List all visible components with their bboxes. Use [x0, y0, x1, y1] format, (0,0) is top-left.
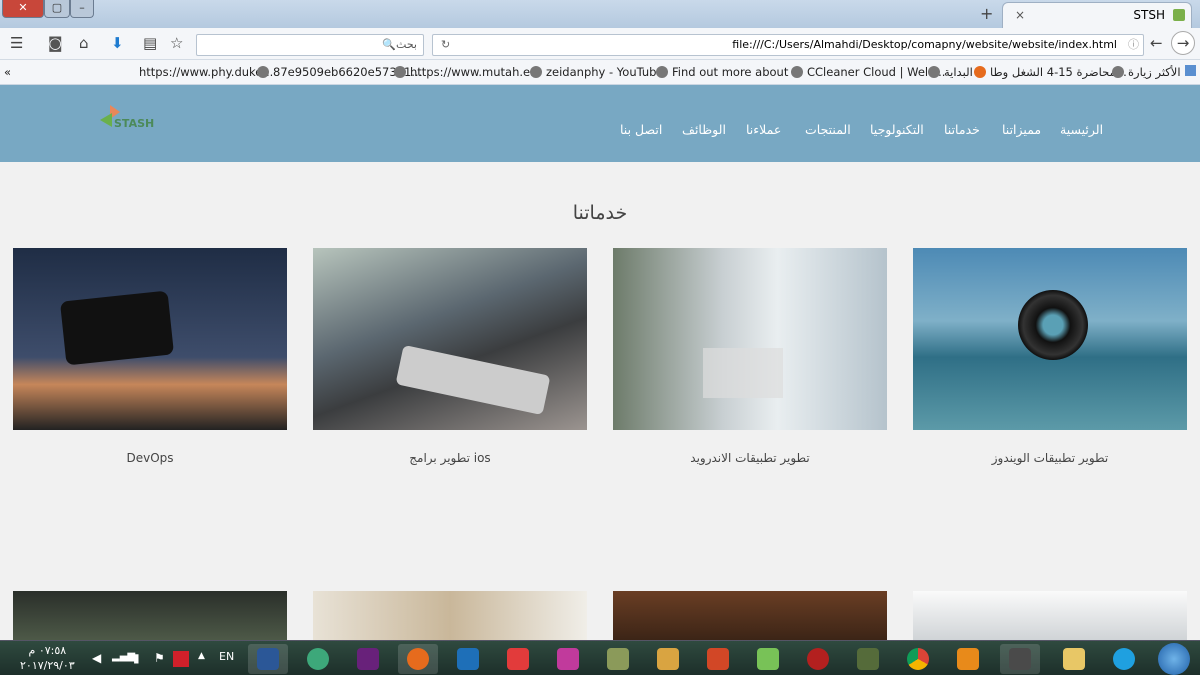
app-taskbar-icon[interactable]: [548, 644, 588, 674]
nav-clients[interactable]: عملاءنا: [746, 122, 781, 137]
explorer-taskbar-icon[interactable]: [1054, 644, 1094, 674]
search-icon: 🔍: [382, 38, 397, 51]
tab-title: STSH: [1133, 8, 1165, 22]
bookmark-item[interactable]: zeidanphy - YouTube: [530, 65, 664, 79]
paint-taskbar-icon[interactable]: [648, 644, 688, 674]
android-service-image[interactable]: [613, 248, 887, 430]
show-hidden-icons[interactable]: ▲: [198, 651, 205, 661]
restore-window-button[interactable]: ▢: [44, 0, 70, 18]
nav-home[interactable]: الرئيسية: [1060, 122, 1103, 137]
bookmark-item[interactable]: CCleaner Cloud | Welc...: [791, 65, 945, 79]
action-center-flag-icon[interactable]: ⚑: [154, 651, 165, 665]
visual-studio-taskbar-icon[interactable]: [348, 644, 388, 674]
bookmark-item[interactable]: https://www.mutah.e...: [394, 65, 541, 79]
app-taskbar-icon[interactable]: [598, 644, 638, 674]
atom-taskbar-icon[interactable]: [298, 644, 338, 674]
avira-icon[interactable]: [173, 651, 189, 667]
bookmarks-overflow-icon[interactable]: «: [4, 65, 11, 79]
bookmark-item[interactable]: البداية: [928, 65, 973, 79]
forward-icon[interactable]: →: [1171, 31, 1195, 55]
site-header: STASH الرئيسية مميزاتنا خدماتنا التكنولو…: [0, 85, 1200, 162]
network-icon[interactable]: ▂▄▆: [112, 651, 135, 662]
globe-icon: [1112, 66, 1124, 78]
time-text: ٠٧:٥٨ م: [28, 644, 67, 657]
bookmark-item[interactable]: Find out more about ...: [656, 65, 803, 79]
globe-icon: [530, 66, 542, 78]
service-label: تطوير برامج ios: [409, 451, 491, 465]
nav-jobs[interactable]: الوظائف: [682, 122, 726, 137]
globe-icon: [791, 66, 803, 78]
reading-list-icon[interactable]: ▤: [143, 34, 157, 52]
nav-features[interactable]: مميزاتنا: [1002, 122, 1041, 137]
taskbar: ٠٧:٥٨ م ٢٠١٧/٢٩/٠٣ ◀ ▂▄▆ ▮ ⚑ ▲ EN: [0, 640, 1200, 675]
search-placeholder: بحث: [396, 38, 417, 51]
home-icon[interactable]: ⌂: [79, 34, 89, 52]
bookmark-item[interactable]: https://www.phy.duke...: [139, 65, 273, 79]
menu-icon[interactable]: ☰: [10, 34, 23, 52]
section-title: خدماتنا: [572, 202, 628, 224]
bookmarks-bar: « https://www.phy.duke... 87e9509eb6620e…: [0, 60, 1200, 85]
powerpoint-taskbar-icon[interactable]: [698, 644, 738, 674]
download-icon[interactable]: ⬇: [111, 34, 124, 52]
clock[interactable]: ٠٧:٥٨ م ٢٠١٧/٢٩/٠٣: [20, 643, 75, 673]
nav-technology[interactable]: التكنولوجيا: [870, 122, 924, 137]
back-icon[interactable]: ←: [1150, 34, 1163, 52]
globe-icon: [656, 66, 668, 78]
tab-stsh[interactable]: × STSH: [1002, 2, 1192, 28]
word-taskbar-icon[interactable]: [248, 644, 288, 674]
globe-icon: [257, 66, 269, 78]
info-icon[interactable]: ⓘ: [1128, 35, 1139, 55]
windows-service-image[interactable]: [913, 248, 1187, 430]
app-taskbar-icon[interactable]: [498, 644, 538, 674]
url-text: file:///C:/Users/Almahdi/Desktop/comapny…: [732, 38, 1117, 51]
nav-services[interactable]: خدماتنا: [944, 122, 980, 137]
devops-service-image[interactable]: [13, 248, 287, 430]
nav-contact[interactable]: اتصل بنا: [620, 122, 662, 137]
globe-icon: [928, 66, 940, 78]
internet-explorer-taskbar-icon[interactable]: [1104, 644, 1144, 674]
language-indicator[interactable]: EN: [219, 650, 234, 663]
firefox-taskbar-icon[interactable]: [398, 644, 438, 674]
app-taskbar-icon[interactable]: [848, 644, 888, 674]
window-titlebar: ✕ ▢ – + × STSH: [0, 0, 1200, 28]
search-input[interactable]: 🔍بحث: [196, 34, 424, 56]
globe-icon: [394, 66, 406, 78]
service-label: تطوير تطبيقات الويندوز: [991, 451, 1109, 465]
bookmark-item[interactable]: الأكثر زيارة: [1112, 65, 1181, 79]
media-player-taskbar-icon[interactable]: [948, 644, 988, 674]
service-image[interactable]: [13, 591, 287, 641]
service-image[interactable]: [313, 591, 587, 641]
bookmark-item[interactable]: محاضرة 15-4 الشغل وطا...: [974, 65, 1127, 79]
sublime-taskbar-icon[interactable]: [1000, 644, 1040, 674]
new-tab-button[interactable]: +: [980, 4, 993, 23]
power-icon[interactable]: ▮: [133, 651, 140, 665]
volume-icon[interactable]: ◀: [92, 651, 101, 665]
service-label: تطوير تطبيقات الاندرويد: [690, 451, 810, 465]
close-tab-icon[interactable]: ×: [1015, 3, 1025, 27]
url-bar[interactable]: ↻ file:///C:/Users/Almahdi/Desktop/comap…: [432, 34, 1144, 56]
reload-icon[interactable]: ↻: [441, 35, 450, 55]
app-taskbar-icon[interactable]: [798, 644, 838, 674]
service-label: DevOps: [126, 451, 174, 465]
nav-products[interactable]: المنتجات: [805, 122, 851, 137]
ios-service-image[interactable]: [313, 248, 587, 430]
site-favicon: [1173, 9, 1185, 21]
date-text: ٢٠١٧/٢٩/٠٣: [20, 659, 75, 672]
service-image[interactable]: [913, 591, 1187, 641]
minimize-window-button[interactable]: –: [70, 0, 94, 18]
start-button[interactable]: [1158, 643, 1190, 675]
firefox-icon: [974, 66, 986, 78]
pocket-icon[interactable]: ◙: [48, 34, 63, 52]
service-image[interactable]: [613, 591, 887, 641]
site-logo[interactable]: STASH: [100, 105, 160, 135]
close-window-button[interactable]: ✕: [2, 0, 44, 18]
bookmark-folder-icon[interactable]: [1185, 65, 1196, 76]
navigation-toolbar: ☰ ◙ ⌂ ⬇ ▤ ☆ 🔍بحث ↻ file:///C:/Users/Alma…: [0, 28, 1200, 60]
android-studio-taskbar-icon[interactable]: [748, 644, 788, 674]
chrome-taskbar-icon[interactable]: [898, 644, 938, 674]
bookmark-star-icon[interactable]: ☆: [170, 34, 183, 52]
app-taskbar-icon[interactable]: [448, 644, 488, 674]
